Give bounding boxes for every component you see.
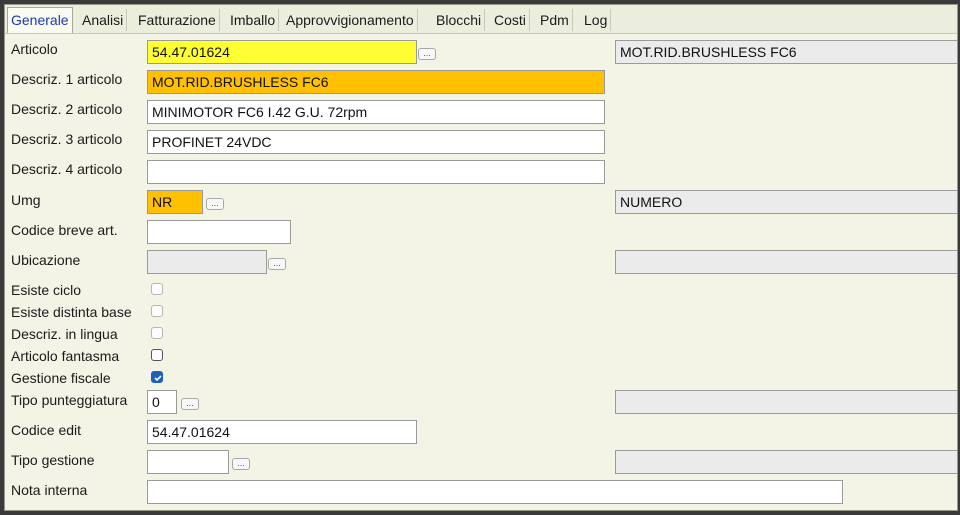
tipo-gestione-lookup-button[interactable]: ... xyxy=(232,458,250,470)
tab-imballo[interactable]: Imballo xyxy=(227,9,280,31)
articolo-fantasma-checkbox[interactable] xyxy=(151,349,163,361)
tab-generale[interactable]: Generale xyxy=(7,7,73,33)
esiste-distinta-checkbox[interactable] xyxy=(151,305,163,317)
umg-description-field: NUMERO xyxy=(615,190,957,214)
tipo-gestione-label: Tipo gestione xyxy=(11,452,95,468)
tipo-punteggiatura-lookup-button[interactable]: ... xyxy=(181,398,199,410)
codice-edit-input[interactable]: 54.47.01624 xyxy=(147,420,417,444)
codice-edit-label: Codice edit xyxy=(11,422,82,438)
codice-breve-label: Codice breve art. xyxy=(11,222,118,238)
esiste-distinta-label: Esiste distinta base xyxy=(11,304,132,320)
tab-bar: Generale Analisi Fatturazione Imballo Ap… xyxy=(5,5,957,34)
tab-costi[interactable]: Costi xyxy=(491,9,530,31)
articolo-lookup-button[interactable]: ... xyxy=(418,48,436,60)
descr2-label: Descriz. 2 articolo xyxy=(11,101,123,117)
descr1-input[interactable]: MOT.RID.BRUSHLESS FC6 xyxy=(147,70,605,94)
ubicazione-label: Ubicazione xyxy=(11,252,81,268)
tipo-punteggiatura-input[interactable]: 0 xyxy=(147,390,177,414)
tab-approvvigionamento[interactable]: Approvvigionamento xyxy=(283,9,418,31)
gestione-fiscale-label: Gestione fiscale xyxy=(11,370,111,386)
descr-lingua-label: Descriz. in lingua xyxy=(11,326,118,342)
descr-lingua-checkbox[interactable] xyxy=(151,327,163,339)
tipo-punteggiatura-description-field xyxy=(615,390,957,414)
tipo-punteggiatura-label: Tipo punteggiatura xyxy=(11,392,128,408)
umg-lookup-button[interactable]: ... xyxy=(206,198,224,210)
tab-pdm[interactable]: Pdm xyxy=(537,9,573,31)
ubicazione-input[interactable] xyxy=(147,250,267,274)
esiste-ciclo-checkbox[interactable] xyxy=(151,283,163,295)
tab-log[interactable]: Log xyxy=(581,9,612,31)
articolo-label: Articolo xyxy=(11,41,58,57)
gestione-fiscale-checkbox[interactable] xyxy=(151,371,163,383)
tab-blocchi[interactable]: Blocchi xyxy=(433,9,486,31)
codice-breve-input[interactable] xyxy=(147,220,291,244)
check-icon xyxy=(154,375,162,382)
article-form-window: Generale Analisi Fatturazione Imballo Ap… xyxy=(4,4,958,511)
ubicazione-lookup-button[interactable]: ... xyxy=(268,258,286,270)
descr4-input[interactable] xyxy=(147,160,605,184)
nota-interna-input[interactable] xyxy=(147,480,843,504)
descr2-input[interactable]: MINIMOTOR FC6 I.42 G.U. 72rpm xyxy=(147,100,605,124)
tab-analisi[interactable]: Analisi xyxy=(79,9,128,31)
umg-input[interactable]: NR xyxy=(147,190,203,214)
umg-label: Umg xyxy=(11,192,41,208)
tipo-gestione-description-field xyxy=(615,450,957,474)
descr3-label: Descriz. 3 articolo xyxy=(11,131,123,147)
tipo-gestione-input[interactable] xyxy=(147,450,229,474)
ubicazione-description-field xyxy=(615,250,957,274)
esiste-ciclo-label: Esiste ciclo xyxy=(11,282,82,298)
descr1-label: Descriz. 1 articolo xyxy=(11,71,123,87)
nota-interna-label: Nota interna xyxy=(11,482,88,498)
descr4-label: Descriz. 4 articolo xyxy=(11,161,123,177)
articolo-input[interactable]: 54.47.01624 xyxy=(147,40,417,64)
tab-fatturazione[interactable]: Fatturazione xyxy=(135,9,220,31)
articolo-fantasma-label: Articolo fantasma xyxy=(11,348,120,364)
articolo-description-field: MOT.RID.BRUSHLESS FC6 xyxy=(615,40,957,64)
descr3-input[interactable]: PROFINET 24VDC xyxy=(147,130,605,154)
